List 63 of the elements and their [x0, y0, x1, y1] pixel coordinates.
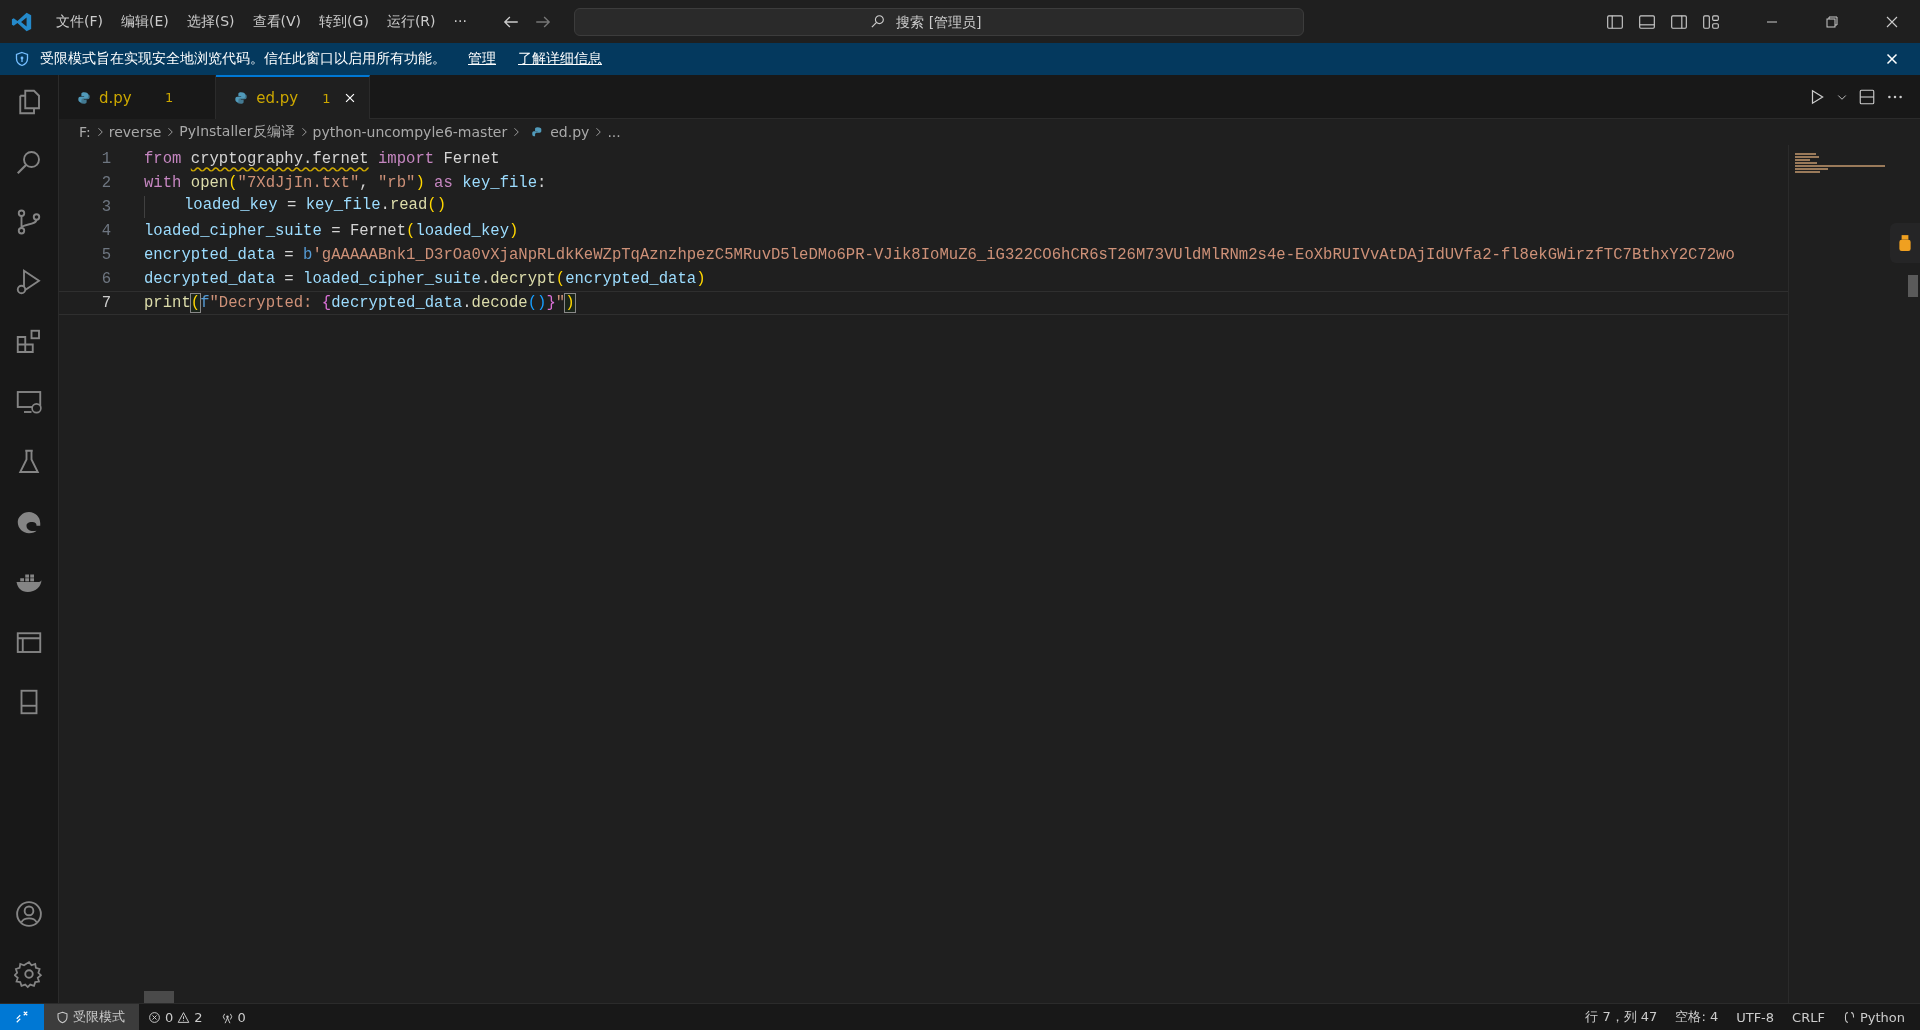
menu-item[interactable]: 查看(V) — [243, 8, 311, 35]
status-item[interactable]: 行 7，列 47 — [1576, 1008, 1667, 1026]
line-number: 4 — [100, 222, 111, 240]
code-line: print(f"Decrypted: {decrypted_data.decode()}") — [144, 294, 575, 312]
code-line: loaded_key = key_file.read() — [144, 196, 447, 218]
ports-item[interactable]: 0 — [211, 1009, 255, 1025]
line-number: 5 — [100, 246, 111, 264]
scrollbar-thumb[interactable] — [144, 991, 174, 1003]
braces-icon — [1842, 1010, 1856, 1024]
menu-item[interactable]: 文件(F) — [47, 8, 112, 35]
shield-icon — [56, 1010, 69, 1024]
line-number: 1 — [100, 150, 111, 168]
status-item[interactable]: Python — [1833, 1008, 1914, 1026]
python-icon — [234, 91, 249, 105]
banner-link[interactable]: 管理 — [468, 50, 496, 68]
status-item[interactable]: UTF-8 — [1727, 1008, 1784, 1026]
remote-icon — [15, 1010, 29, 1024]
vscode-logo-icon — [11, 10, 33, 33]
code-line: loaded_cipher_suite = Fernet(loaded_key) — [144, 222, 519, 240]
banner-link[interactable]: 了解详细信息 — [518, 50, 602, 68]
code-line: from cryptography.fernet import Fernet — [144, 150, 500, 168]
close-icon[interactable] — [1884, 51, 1900, 67]
editor-tab[interactable]: ed.py 1 — [216, 75, 370, 119]
secondary-sidebar-icon[interactable] — [1670, 12, 1688, 31]
layout-icon[interactable] — [1702, 12, 1720, 31]
warning-icon — [177, 1010, 191, 1024]
restore-icon[interactable] — [1824, 13, 1840, 30]
line-number: 6 — [100, 270, 111, 288]
code-line: encrypted_data = b'gAAAAABnk1_D3rOa0vXjaNpRLdkKeWZpTqAznzhpezC5MRuvD5leDMo6PR-VJik8IoMuZ6_iG322CO6hCR6sT26M73VUldMlRNm2s4e-EoXbRUIVvAtDAjIdUVfa2-fl8ekGWirzfTC7BthxY2C72wo — [144, 246, 1735, 264]
status-item[interactable]: 空格: 4 — [1666, 1008, 1728, 1026]
code-line: decrypted_data = loaded_cipher_suite.decrypt(encrypted_data) — [144, 270, 706, 288]
menu-item[interactable]: 选择(S) — [177, 8, 244, 35]
scrollbar-thumb[interactable] — [1908, 275, 1918, 297]
breadcrumb-item[interactable]: python-uncompyle6-master — [312, 124, 508, 140]
banner-message: 受限模式旨在实现安全地浏览代码。信任此窗口以启用所有功能。 — [40, 50, 446, 68]
line-number: 3 — [100, 198, 111, 216]
menu-item[interactable]: ··· — [444, 8, 476, 35]
problems-item[interactable]: 0 2 — [139, 1009, 212, 1025]
line-number: 2 — [100, 174, 111, 192]
breadcrumb-item[interactable]: reverse — [108, 124, 162, 140]
settings-icon[interactable] — [14, 959, 44, 989]
breadcrumb-item[interactable]: ... — [607, 124, 621, 140]
split-editor-icon[interactable] — [1858, 87, 1876, 106]
breadcrumb-item[interactable]: PyInstaller反编译 — [179, 123, 295, 141]
search-field[interactable]: 搜索 [管理员] — [573, 7, 1304, 36]
breadcrumb-item[interactable]: ed.py — [550, 124, 590, 140]
restricted-mode-item[interactable]: 受限模式 — [44, 1004, 139, 1030]
error-icon — [148, 1010, 161, 1024]
menu-item[interactable]: 编辑(E) — [112, 8, 178, 35]
account-icon[interactable] — [14, 899, 44, 929]
menu-item[interactable]: 运行(R) — [377, 8, 445, 35]
jar-icon — [1896, 232, 1914, 254]
extension-button[interactable] — [1890, 223, 1920, 263]
sidebar-toggle-icon[interactable] — [1606, 12, 1624, 31]
code-line: with open("7XdJjIn.txt", "rb") as key_file: — [144, 174, 547, 192]
status-item[interactable]: CRLF — [1783, 1008, 1834, 1026]
shield-icon — [14, 51, 30, 67]
panel-toggle-icon[interactable] — [1638, 12, 1656, 31]
menu-item[interactable]: 转到(G) — [310, 8, 378, 35]
breadcrumb-item[interactable]: F: — [79, 124, 91, 140]
line-number: 7 — [100, 294, 111, 312]
python-icon — [77, 90, 91, 105]
search-icon — [869, 13, 885, 29]
